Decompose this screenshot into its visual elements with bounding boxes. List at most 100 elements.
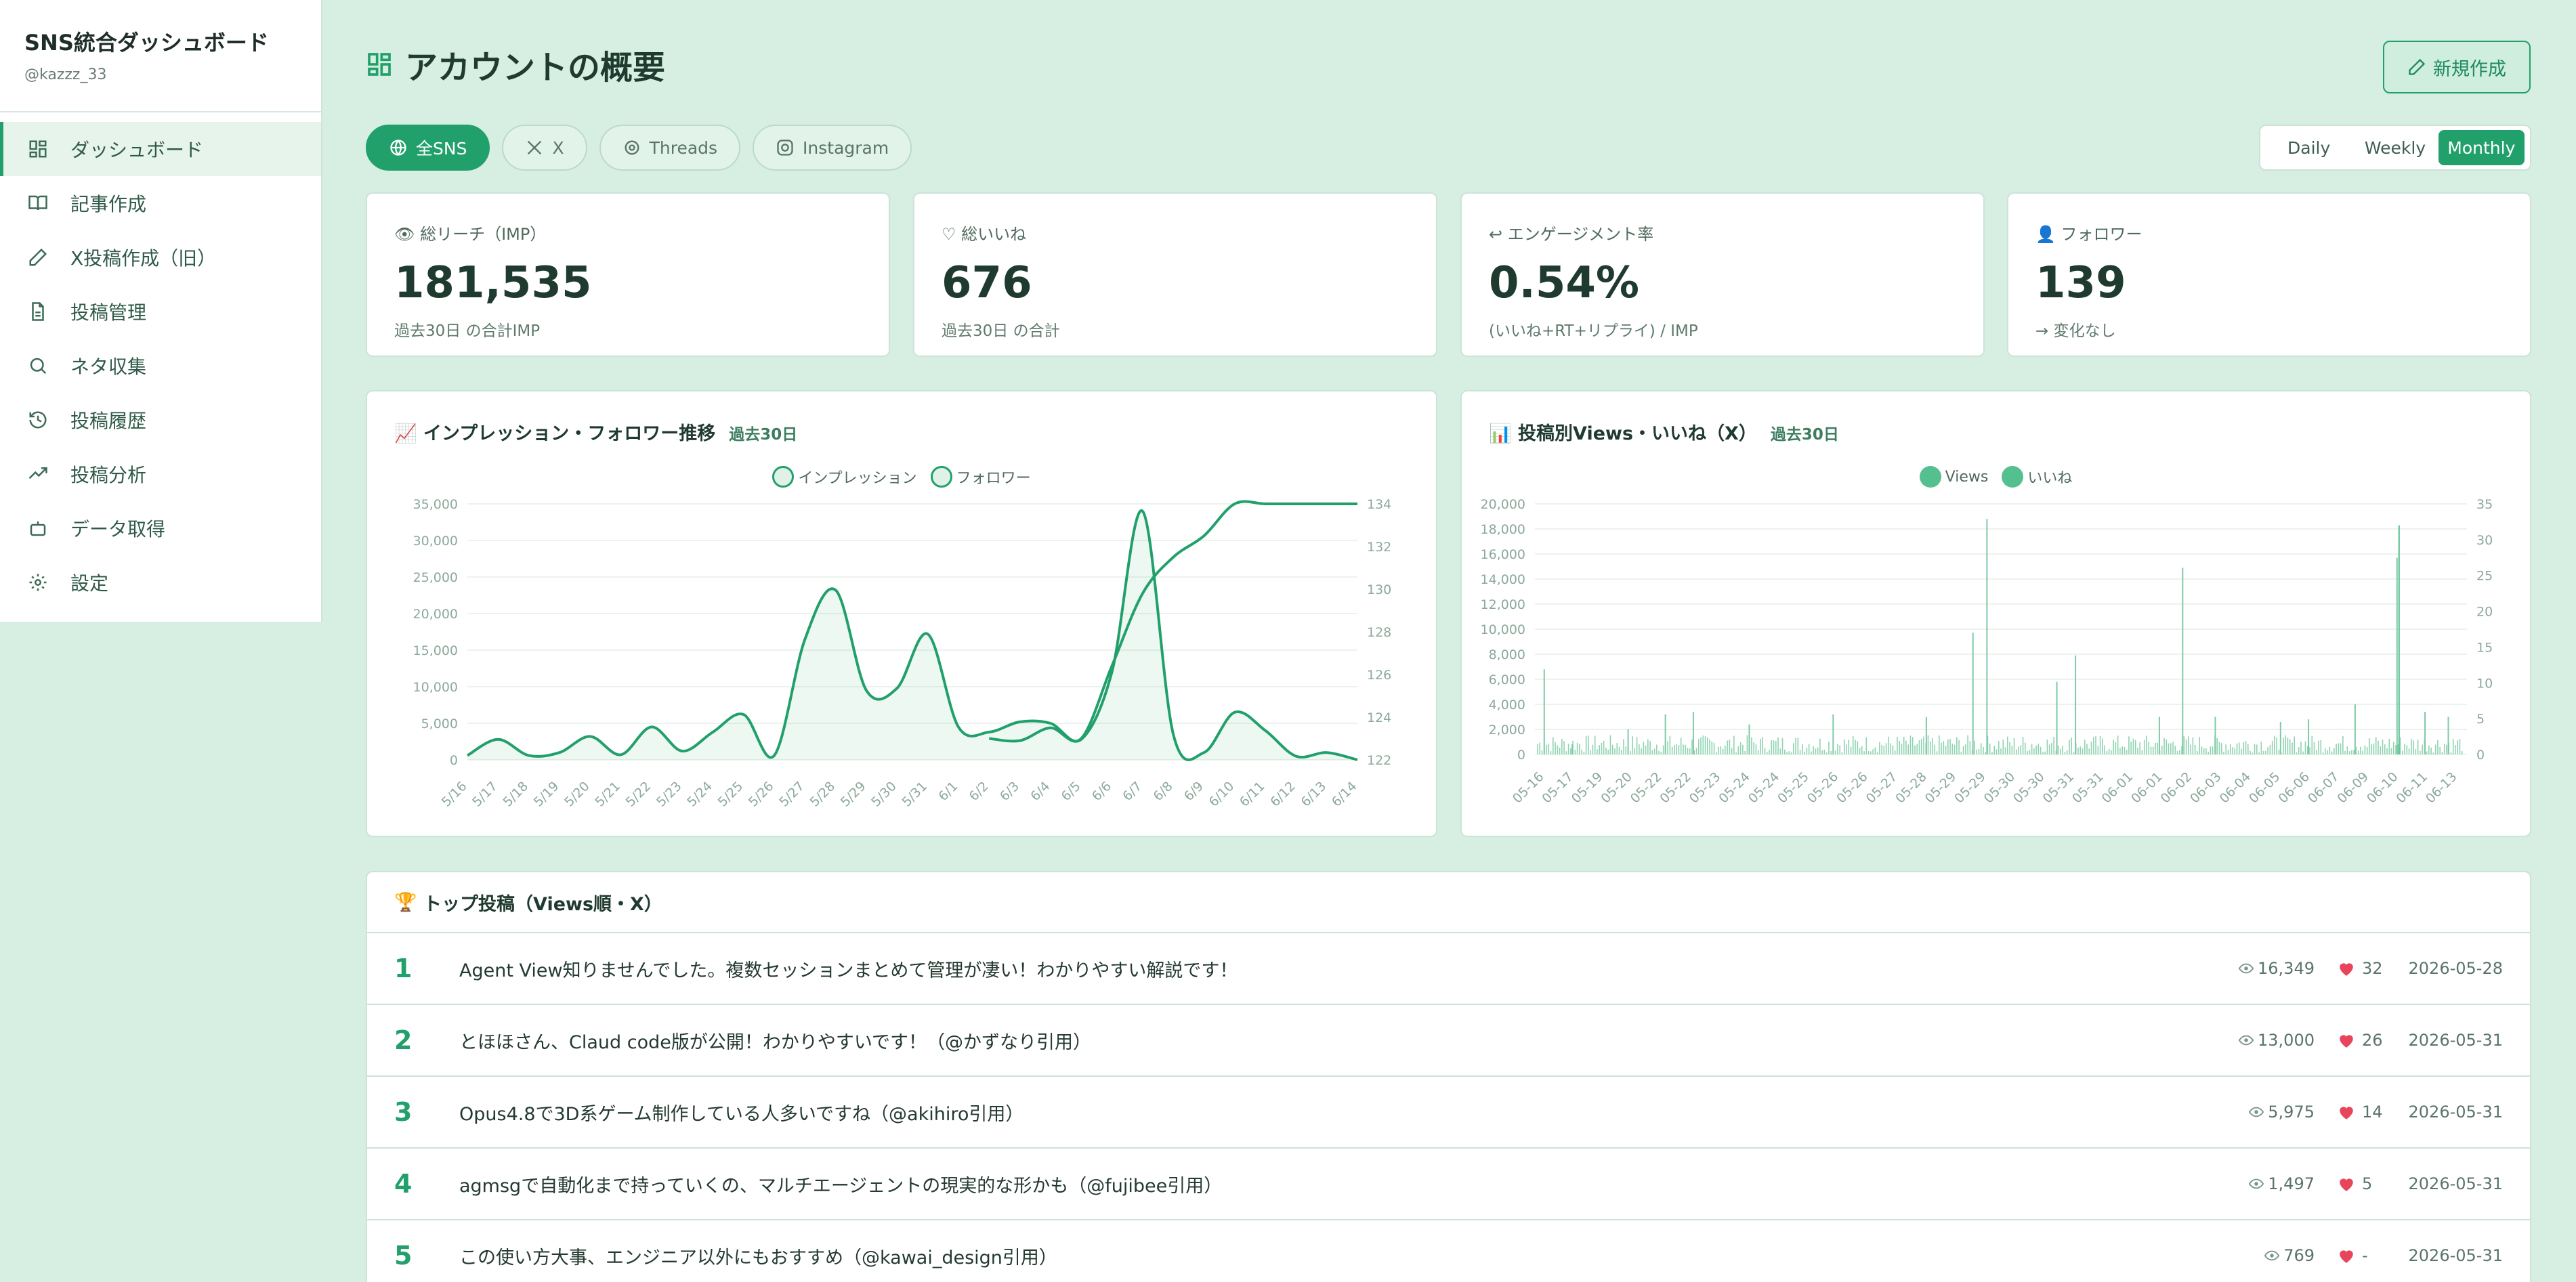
heart-icon <box>2340 1250 2353 1263</box>
period-monthly[interactable]: Monthly <box>2438 130 2525 165</box>
sidebar-item-idea-collection[interactable]: ネタ収集 <box>0 339 321 393</box>
trending-icon <box>27 463 49 485</box>
heart-icon <box>2340 1107 2353 1119</box>
x-tick-label: 05-25 <box>1775 769 1812 807</box>
x-tick-label: 06-03 <box>2187 769 2224 807</box>
robot-icon <box>27 517 49 539</box>
stat-label: フォロワー <box>2061 225 2142 244</box>
table-row[interactable]: 2 とほほさん、Claud code版が公開！わかりやすいです！（@かずなり引用）… <box>367 1005 2530 1077</box>
eye-icon <box>2239 1035 2254 1046</box>
post-date: 2026-05-31 <box>2408 1174 2503 1193</box>
x-tick-label: 05-24 <box>1716 769 1753 807</box>
y-tick-label: 6,000 <box>1489 672 1525 687</box>
stat-card-engagement: ↩ エンゲージメント率 0.54% (いいね+RT+リプライ) / IMP <box>1460 192 1985 357</box>
dashboard-icon <box>27 138 49 160</box>
sidebar-item-settings[interactable]: 設定 <box>0 555 321 610</box>
new-post-button[interactable]: 新規作成 <box>2383 41 2531 93</box>
x-tick-label: 6/6 <box>1089 779 1114 804</box>
sidebar-item-article[interactable]: 記事作成 <box>0 176 321 230</box>
stat-label: エンゲージメント率 <box>1507 225 1654 244</box>
table-row[interactable]: 3 Opus4.8で3D系ゲーム制作している人多いですね（@akihiro引用） 5… <box>367 1077 2530 1149</box>
impressions-chart: 0 5,000 10,000 15,000 20,000 25,000 30,000 35,0… <box>413 497 1392 810</box>
x-tick-label: 06-04 <box>2217 769 2254 807</box>
x-tick-label: 05-17 <box>1539 769 1576 807</box>
y2-tick-label: 30 <box>2476 533 2493 548</box>
instagram-logo-icon <box>777 140 793 156</box>
x-tick-label: 05-23 <box>1687 769 1724 807</box>
posts-chart: 0 2,000 4,000 6,000 8,000 10,000 12,000 14,000 1… <box>1481 497 2493 807</box>
reply-icon: ↩ <box>1489 225 1503 244</box>
filter-instagram[interactable]: Instagram <box>753 125 912 171</box>
sidebar-item-history[interactable]: 投稿履歴 <box>0 393 321 447</box>
user-icon: 👤 <box>2035 225 2056 244</box>
x-tick-label: 5/21 <box>592 779 623 810</box>
x-tick-label: 05-31 <box>2040 769 2077 807</box>
post-views: 13,000 <box>2239 1031 2315 1050</box>
sidebar-item-dashboard[interactable]: ダッシュボード <box>0 122 321 176</box>
y-tick-label: 10,000 <box>413 680 458 695</box>
posts-chart-card: 📊 投稿別Views・いいね（X） 過去30日 Views いいね 0 2,000 4… <box>1460 390 2531 837</box>
x-tick-label: 5/29 <box>838 779 869 810</box>
table-row[interactable]: 5 この使い方大事、エンジニア以外にもおすすめ（@kawai_design引用） 7… <box>367 1220 2530 1282</box>
table-row[interactable]: 4 agmsgで自動化まで持っていくの、マルチエージェントの現実的な形かも（@fu… <box>367 1149 2530 1220</box>
eye-icon <box>2239 963 2254 974</box>
sidebar-item-analysis[interactable]: 投稿分析 <box>0 447 321 501</box>
gear-icon <box>27 572 49 593</box>
heart-icon <box>2340 1035 2353 1048</box>
filter-x[interactable]: X <box>502 125 587 171</box>
eye-icon <box>2249 1107 2264 1117</box>
stat-card-reach: 👁 総リーチ（IMP） 181,535 過去30日 の合計IMP <box>366 192 890 357</box>
post-date: 2026-05-28 <box>2408 959 2503 978</box>
stat-sub: 過去30日 の合計 <box>942 322 1060 340</box>
followers-line <box>989 500 1357 743</box>
sidebar-item-post-management[interactable]: 投稿管理 <box>0 284 321 339</box>
sidebar-item-data-fetch[interactable]: データ取得 <box>0 501 321 555</box>
x-logo-icon <box>528 140 542 155</box>
dashboard-icon <box>368 53 391 76</box>
x-tick-label: 6/13 <box>1298 779 1329 810</box>
eye-icon <box>2264 1250 2280 1261</box>
x-tick-label: 06-05 <box>2246 769 2283 807</box>
y-tick-label: 12,000 <box>1481 597 1525 612</box>
platform-filters: 全SNS X Threads Instagram <box>366 125 912 171</box>
x-tick-label: 5/20 <box>562 779 593 810</box>
stat-label: 総リーチ（IMP） <box>420 225 547 244</box>
x-tick-label: 5/27 <box>776 779 807 810</box>
x-tick-label: 5/26 <box>746 779 777 810</box>
y2-tick-label: 126 <box>1367 668 1391 683</box>
x-tick-label: 05-27 <box>1863 769 1901 807</box>
y-tick-label: 30,000 <box>413 534 458 549</box>
y2-tick-label: 134 <box>1367 497 1391 512</box>
x-tick-label: 05-29 <box>1922 769 1960 807</box>
heart-icon <box>2340 1178 2353 1191</box>
x-tick-label: 6/2 <box>967 779 992 804</box>
filter-label: Threads <box>649 137 718 158</box>
top-posts-card: 🏆 トップ投稿（Views順・X） 1 Agent View知りませんでした。複数… <box>366 871 2531 1282</box>
stat-value: 139 <box>2035 258 2126 308</box>
y2-tick-label: 5 <box>2476 712 2485 727</box>
stat-value: 0.54% <box>1489 258 1640 308</box>
page-title: アカウントの概要 <box>405 49 666 87</box>
sidebar-item-label: 設定 <box>70 572 109 595</box>
x-tick-label: 6/1 <box>935 779 960 804</box>
period-weekly[interactable]: Weekly <box>2352 130 2438 165</box>
table-row[interactable]: 1 Agent View知りませんでした。複数セッションまとめて管理が凄い！わかり… <box>367 933 2530 1005</box>
x-tick-label: 6/4 <box>1028 779 1053 804</box>
filter-threads[interactable]: Threads <box>599 125 741 171</box>
y-tick-label: 5,000 <box>421 717 458 731</box>
post-rank: 3 <box>394 1097 413 1127</box>
x-tick-label: 06-11 <box>2393 769 2430 807</box>
page-header: アカウントの概要 <box>366 41 665 88</box>
sidebar-item-x-post[interactable]: X投稿作成（旧） <box>0 230 321 284</box>
y-tick-label: 25,000 <box>413 570 458 585</box>
new-post-button-label: 新規作成 <box>2433 58 2506 80</box>
period-daily[interactable]: Daily <box>2266 130 2352 165</box>
y2-tick-label: 15 <box>2476 640 2493 655</box>
x-tick-label: 5/24 <box>684 779 715 810</box>
stat-card-likes: ♡ 総いいね 676 過去30日 の合計 <box>913 192 1437 357</box>
pencil-icon <box>2409 58 2426 75</box>
y2-tick-label: 35 <box>2476 497 2493 512</box>
x-tick-label: 6/9 <box>1181 779 1206 804</box>
sidebar-item-label: 記事作成 <box>70 193 147 215</box>
filter-all-sns[interactable]: 全SNS <box>366 125 490 171</box>
